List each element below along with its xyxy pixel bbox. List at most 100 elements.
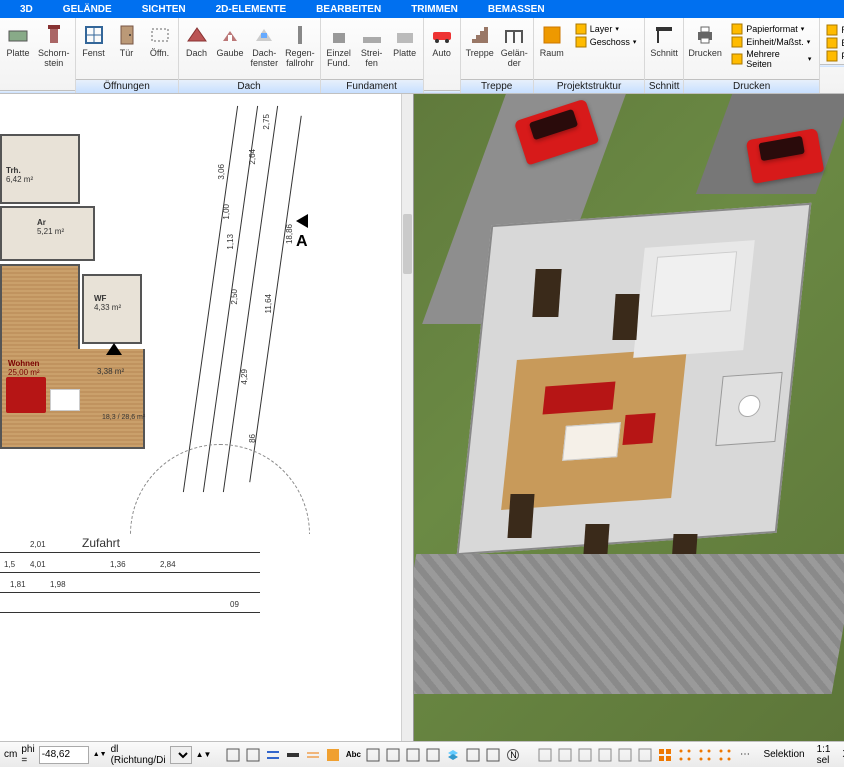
dim-text: 2,84	[160, 560, 176, 569]
ribbon-schornstein[interactable]: Schorn- stein	[35, 21, 73, 90]
room-wf[interactable]: WF4,33 m²	[82, 274, 142, 344]
ribbon-layer[interactable]: Layer ▾	[573, 23, 639, 35]
raum-icon	[540, 23, 564, 47]
ribbon-tuer[interactable]: Tür	[111, 21, 143, 79]
ribbon-seiten[interactable]: Mehrere Seiten ▾	[729, 49, 813, 69]
schornstein-icon	[42, 23, 66, 47]
door	[532, 269, 561, 317]
ribbon-papierformat[interactable]: Papierformat ▾	[729, 23, 813, 35]
menu-sichten[interactable]: SICHTEN	[142, 4, 186, 15]
b1-icon	[826, 37, 838, 49]
ribbon-dachfenster[interactable]: Dach- fenster	[248, 21, 282, 79]
ribbon-oeffnung[interactable]: Öffn.	[144, 21, 176, 79]
toolbar-circle[interactable]	[483, 745, 503, 765]
room-ar[interactable]: Ar5,21 m²	[0, 206, 95, 261]
p1-icon	[826, 50, 838, 62]
menu-gelände[interactable]: GELÄNDE	[63, 4, 112, 15]
toolbar-double-line[interactable]	[303, 745, 323, 765]
toolbar-n-mark[interactable]: N	[503, 745, 523, 765]
dim-text: 2,64	[248, 149, 257, 165]
ribbon-raum[interactable]: Raum	[536, 21, 568, 79]
toolbar-hatch[interactable]	[223, 745, 243, 765]
ribbon-geschoss[interactable]: Geschoss ▾	[573, 36, 639, 48]
dim-text: 3,06	[217, 164, 226, 180]
platte-icon	[6, 23, 30, 47]
toolbar-fill[interactable]	[243, 745, 263, 765]
ribbon-auto[interactable]: Auto	[426, 21, 458, 90]
unit-label: cm	[4, 749, 17, 760]
ribbon-gaube[interactable]: Gaube	[214, 21, 247, 79]
toolbar-lines[interactable]	[263, 745, 283, 765]
toolbar-cross[interactable]	[423, 745, 443, 765]
ribbon-drucken[interactable]: Drucken	[686, 21, 724, 79]
schnitt-icon	[652, 23, 676, 47]
dim-text: 4,01	[30, 560, 46, 569]
platte2-icon	[393, 23, 417, 47]
ribbon-group-label: Drucken	[684, 79, 820, 93]
toolbar-rect3[interactable]	[575, 745, 595, 765]
phi-input[interactable]	[39, 746, 89, 764]
dl-stepper[interactable]: ▲▼	[196, 750, 212, 759]
room-trh[interactable]: Trh.6,42 m²	[0, 134, 80, 204]
3d-view-pane[interactable]	[414, 94, 844, 741]
gelaender-icon	[502, 23, 526, 47]
toolbar-rect5[interactable]	[615, 745, 635, 765]
ribbon-regenfallrohr[interactable]: Regen- fallrohr	[282, 21, 318, 79]
ribbon-fenster[interactable]: Fenst	[78, 21, 110, 79]
dim-text: 09	[230, 600, 239, 609]
ribbon-b1[interactable]: B	[824, 37, 844, 49]
tuer-icon	[115, 23, 139, 47]
toolbar-rect4[interactable]	[595, 745, 615, 765]
fenster-icon	[82, 23, 106, 47]
dim-leader-h1	[0, 552, 260, 553]
toolbar-dim[interactable]	[403, 745, 423, 765]
toolbar-rect6[interactable]	[635, 745, 655, 765]
toolbar-abc[interactable]: Abc	[343, 745, 363, 765]
floorplan-scrollbar[interactable]	[401, 94, 413, 741]
menu-3d[interactable]: 3D	[20, 4, 33, 15]
floorplan-canvas[interactable]: Trh.6,42 m² Ar5,21 m² WF4,33 m² Wohnen25…	[0, 94, 413, 741]
dl-label: dl (Richtung/Di	[111, 744, 166, 766]
toolbar-color[interactable]	[323, 745, 343, 765]
ribbon-platte2[interactable]: Platte	[389, 21, 421, 79]
3d-canvas[interactable]	[414, 94, 844, 741]
ribbon-gelaender[interactable]: Gelän- der	[498, 21, 531, 79]
toolbar-grid[interactable]	[655, 745, 675, 765]
dim-text: 2,75	[262, 114, 271, 130]
toolbar-bold-line[interactable]	[283, 745, 303, 765]
menu-bearbeiten[interactable]: BEARBEITEN	[316, 4, 381, 15]
ribbon-platte[interactable]: Platte	[2, 21, 34, 90]
dim-text: 1,5	[4, 560, 15, 569]
drucken-icon	[693, 23, 717, 47]
menu-2d-elemente[interactable]: 2D-ELEMENTE	[216, 4, 287, 15]
toolbar-text2[interactable]	[363, 745, 383, 765]
room-338[interactable]: 3,38 m²	[82, 349, 162, 409]
layer-icon	[575, 23, 587, 35]
floorplan-pane[interactable]: Trh.6,42 m² Ar5,21 m² WF4,33 m² Wohnen25…	[0, 94, 414, 741]
dl-select[interactable]	[170, 746, 192, 764]
phi-stepper[interactable]: ▲▼	[93, 751, 107, 758]
ribbon-treppe[interactable]: Treppe	[463, 21, 497, 79]
toolbar-rect2[interactable]	[555, 745, 575, 765]
toolbar-dots[interactable]: ⋯	[735, 745, 755, 765]
patio	[414, 554, 844, 694]
toolbar-box[interactable]	[383, 745, 403, 765]
toolbar-rect[interactable]	[535, 745, 555, 765]
toolbar-sel1[interactable]	[695, 745, 715, 765]
toolbar-arrow[interactable]	[463, 745, 483, 765]
dim-leader-h3	[0, 592, 260, 593]
ribbon-einzelfund[interactable]: Einzel Fund.	[323, 21, 355, 79]
scroll-thumb[interactable]	[403, 214, 412, 274]
toolbar-selmode[interactable]	[675, 745, 695, 765]
ribbon-dach[interactable]: Dach	[181, 21, 213, 79]
ribbon-einheit[interactable]: Einheit/Maßst. ▾	[729, 36, 813, 48]
ribbon-schnitt[interactable]: Schnitt	[647, 21, 681, 79]
ribbon-p1[interactable]: P	[824, 50, 844, 62]
toolbar-layer-s[interactable]	[443, 745, 463, 765]
ribbon-r1[interactable]: R	[824, 24, 844, 36]
dim-text: 4,29	[240, 369, 249, 385]
menu-trimmen[interactable]: TRIMMEN	[411, 4, 458, 15]
toolbar-sel2[interactable]	[715, 745, 735, 765]
menu-bemassen[interactable]: BEMASSEN	[488, 4, 545, 15]
ribbon-streifen[interactable]: Strei- fen	[356, 21, 388, 79]
